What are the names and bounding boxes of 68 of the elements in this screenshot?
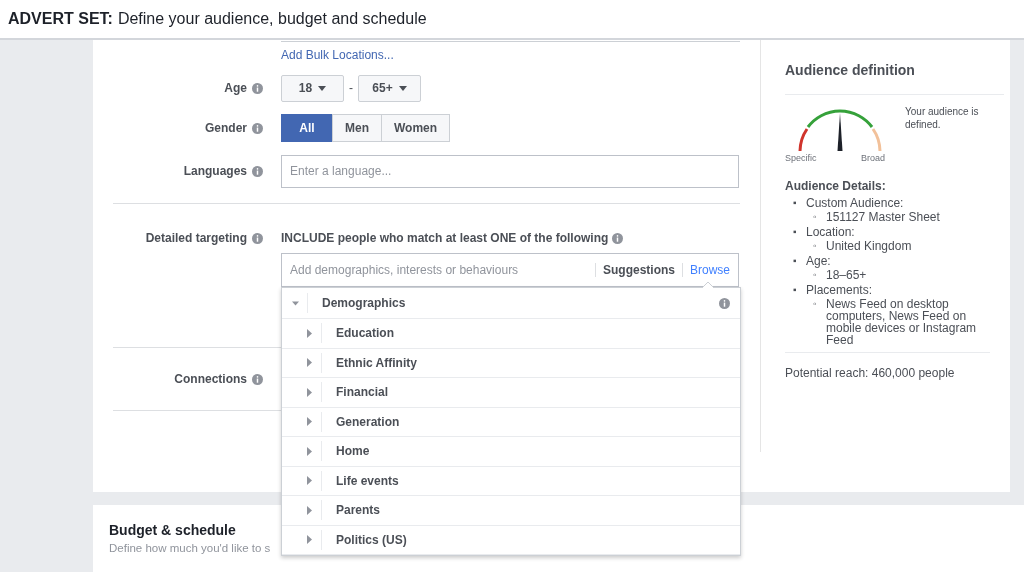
panel-title: Audience definition <box>785 62 1004 95</box>
header-title: Define your audience, budget and schedule <box>117 10 427 28</box>
info-icon <box>252 82 263 94</box>
detail-label: Location: <box>806 226 856 238</box>
targeting-tab[interactable]: Suggestions <box>594 263 675 277</box>
caret-icon <box>318 85 327 91</box>
category-row[interactable]: Home <box>282 437 740 467</box>
targeting-tab[interactable]: Browse <box>682 263 730 277</box>
info-icon <box>612 232 624 244</box>
detail-label: Custom Audience: <box>806 197 905 209</box>
connections-label: Connections <box>174 372 247 386</box>
audience-status: Your audience is defined. <box>905 105 980 132</box>
age-min-select[interactable]: 18 <box>281 74 344 102</box>
category-row[interactable]: Ethnic Affinity <box>282 348 740 378</box>
expand-icon <box>306 417 313 427</box>
targeting-label: Detailed targeting <box>145 231 247 245</box>
budget-title: Budget & schedule <box>109 522 237 538</box>
category-row[interactable]: Parents <box>282 496 740 526</box>
include-text: INCLUDE people who match at least ONE of the following <box>281 231 609 245</box>
info-icon <box>252 122 263 134</box>
header-label: ADVERT SET: <box>8 10 113 28</box>
languages-field[interactable]: Enter a language... <box>281 154 739 188</box>
category-row[interactable]: Life events <box>282 466 740 496</box>
detail-label: Age: <box>806 255 832 267</box>
bullet: ◦ <box>813 298 818 310</box>
bullet: ▪ <box>793 226 798 238</box>
gender-option[interactable]: All <box>281 114 333 142</box>
info-icon <box>252 232 263 244</box>
potential-reach: Potential reach: 460,000 people <box>785 352 990 380</box>
expand-icon <box>306 505 313 515</box>
budget-subtitle: Define how much you'd like to s <box>109 542 271 554</box>
age-max-select[interactable]: 65+ <box>358 74 421 102</box>
bullet: ◦ <box>813 240 818 252</box>
category-row[interactable]: Demographics <box>282 288 740 319</box>
gauge-max-label: Broad <box>860 153 885 163</box>
expand-icon <box>306 535 313 545</box>
gender-label: Gender <box>205 121 247 135</box>
bullet: ◦ <box>813 211 818 223</box>
detail-value: 18–65+ <box>826 269 868 281</box>
details-title: Audience Details: <box>785 179 887 193</box>
caret-icon <box>398 85 407 91</box>
detail-value: News Feed on desktop computers, News Feed on mobile devices or Instagram Feed <box>826 298 978 346</box>
age-separator: - <box>348 81 354 95</box>
category-row[interactable]: Financial <box>282 378 740 408</box>
info-icon <box>252 373 263 385</box>
expand-icon <box>306 387 313 397</box>
bullet: ◦ <box>813 269 818 281</box>
expand-icon <box>306 358 313 368</box>
category-row[interactable]: Generation <box>282 407 740 437</box>
bullet: ▪ <box>793 197 798 209</box>
age-label: Age <box>224 81 247 95</box>
bulk-locations-link[interactable]: Add Bulk Locations... <box>281 48 394 62</box>
category-row[interactable]: Politics (US) <box>282 525 740 555</box>
info-icon <box>719 297 730 309</box>
languages-label: Languages <box>183 164 247 178</box>
info-icon <box>252 165 263 177</box>
category-row[interactable]: Education <box>282 319 740 349</box>
bullet: ▪ <box>793 255 798 267</box>
gender-option[interactable]: Women <box>381 114 451 142</box>
gauge-min-label: Specific <box>785 153 817 163</box>
expand-icon <box>306 476 313 486</box>
expand-icon <box>306 328 313 338</box>
bullet: ▪ <box>793 284 798 296</box>
gender-option[interactable]: Men <box>332 114 382 142</box>
detail-value: United Kingdom <box>826 240 913 252</box>
detail-label: Placements: <box>806 284 874 296</box>
expand-icon <box>306 446 313 456</box>
detail-value: 151127 Master Sheet <box>826 211 941 223</box>
